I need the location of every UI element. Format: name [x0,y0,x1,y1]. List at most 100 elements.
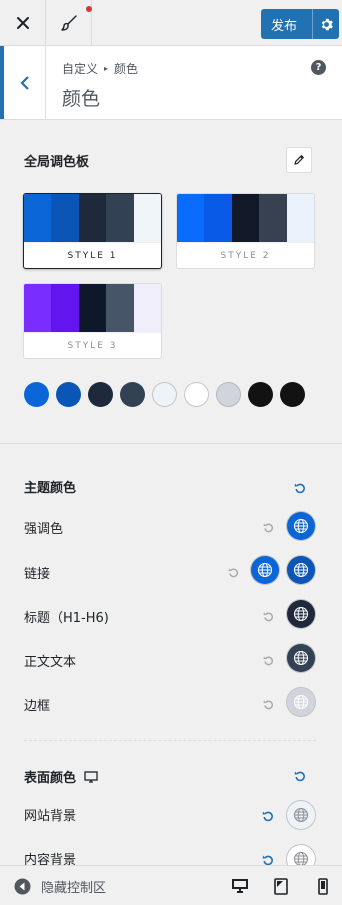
style-3-swatch [133,284,161,332]
site-background-reset-button[interactable] [261,809,275,823]
reset-icon [263,611,273,621]
section-header: 自定义 ▸ 颜色 颜色 ? [0,46,342,120]
style-3-swatch [24,284,52,332]
link-hover-color-swatch[interactable] [287,556,315,584]
globe-icon [293,650,309,666]
style-3-caption: STYLE 3 [24,332,161,358]
style-1-caption: STYLE 1 [24,242,161,268]
site-background-label: 网站背景 [24,809,77,824]
breadcrumb-separator-icon: ▸ [104,64,109,73]
surface-colors-label: 表面颜色 [24,771,77,786]
close-icon [16,17,29,29]
customizer-topbar: 发布 [0,0,342,46]
reset-icon [294,483,305,494]
edit-palette-button[interactable] [286,147,312,173]
desktop-icon [84,770,98,783]
globe-icon [257,562,273,578]
palette-style-2[interactable]: STYLE 2 [176,193,315,269]
breadcrumb-current: 颜色 [114,62,139,76]
palette-color-4[interactable] [120,382,145,407]
globe-icon [293,562,309,578]
accent-reset-button[interactable] [261,520,275,534]
style-1-swatch [133,194,161,242]
palette-color-1[interactable] [24,382,49,407]
theme-colors-reset-button[interactable] [293,481,307,495]
heading-reset-button[interactable] [261,609,275,623]
palette-style-3[interactable]: STYLE 3 [23,283,162,359]
style-2-swatch [204,194,232,242]
style-3-swatch [106,284,134,332]
site-background-swatch[interactable] [287,801,315,829]
surface-colors-reset-button[interactable] [293,769,307,783]
border-reset-button[interactable] [261,697,275,711]
reset-icon [263,699,273,709]
style-2-swatch [177,194,205,242]
palette-color-7[interactable] [216,382,241,407]
style-1-swatch [106,194,134,242]
brush-icon [60,15,77,31]
link-color-label: 链接 [24,567,51,582]
style-2-swatch [286,194,314,242]
style-2-swatch [231,194,260,242]
collapse-left-icon [14,878,31,895]
link-reset-button[interactable] [226,565,240,579]
palette-style-1[interactable]: STYLE 1 [23,193,162,269]
tablet-icon [274,877,288,895]
close-button[interactable] [0,0,46,46]
globe-icon [293,694,309,710]
palette-color-6[interactable] [184,382,209,407]
palette-swatch-row [24,382,305,407]
accent-color-label: 强调色 [24,522,64,537]
reset-icon [262,811,273,822]
back-button[interactable] [0,46,46,119]
dashed-divider [24,740,316,741]
hide-controls-label: 隐藏控制区 [41,881,107,896]
hide-controls-button[interactable]: 隐藏控制区 [14,877,106,896]
palette-color-9[interactable] [280,382,305,407]
accent-color-swatch[interactable] [287,512,315,540]
reset-icon [294,771,305,782]
link-color-swatch[interactable] [251,556,279,584]
breadcrumb: 自定义 ▸ 颜色 [62,60,138,77]
reset-icon [263,655,273,665]
customize-brush-button[interactable] [46,0,92,46]
palette-color-2[interactable] [56,382,81,407]
style-2-swatches [177,194,314,242]
body-text-color-swatch[interactable] [287,644,315,672]
gear-icon [321,18,333,30]
globe-icon [293,518,309,534]
mobile-icon [318,877,328,895]
style-3-swatch [78,284,107,332]
style-2-caption: STYLE 2 [177,242,314,268]
section-divider [0,443,342,444]
globe-icon [293,807,309,823]
body-text-color-label: 正文文本 [24,655,77,670]
border-color-label: 边框 [24,699,51,714]
reset-icon [228,567,238,577]
surface-colors-heading: 表面颜色 [24,767,98,786]
preview-tablet-button[interactable] [272,877,290,895]
publish-label: 发布 [271,18,298,34]
heading-color-label: 标题（H1-H6) [24,611,109,626]
style-3-swatches [24,284,161,332]
preview-mobile-button[interactable] [314,877,332,895]
body-text-reset-button[interactable] [261,653,275,667]
globe-icon [293,606,309,622]
heading-color-swatch[interactable] [287,600,315,628]
style-1-swatches [24,194,161,242]
style-1-swatch [51,194,79,242]
palette-color-8[interactable] [248,382,273,407]
pencil-icon [294,155,304,165]
publish-settings-button[interactable] [313,18,339,31]
palette-color-5[interactable] [152,382,177,407]
reset-icon [263,522,273,532]
help-icon[interactable]: ? [311,60,326,75]
breadcrumb-root: 自定义 [62,62,99,76]
palette-color-3[interactable] [88,382,113,407]
preview-desktop-button[interactable] [231,877,249,895]
customizer-footer: 隐藏控制区 [0,865,342,905]
publish-button[interactable]: 发布 [261,9,339,39]
style-3-swatch [51,284,79,332]
notification-dot [86,6,92,12]
border-color-swatch[interactable] [287,688,315,716]
